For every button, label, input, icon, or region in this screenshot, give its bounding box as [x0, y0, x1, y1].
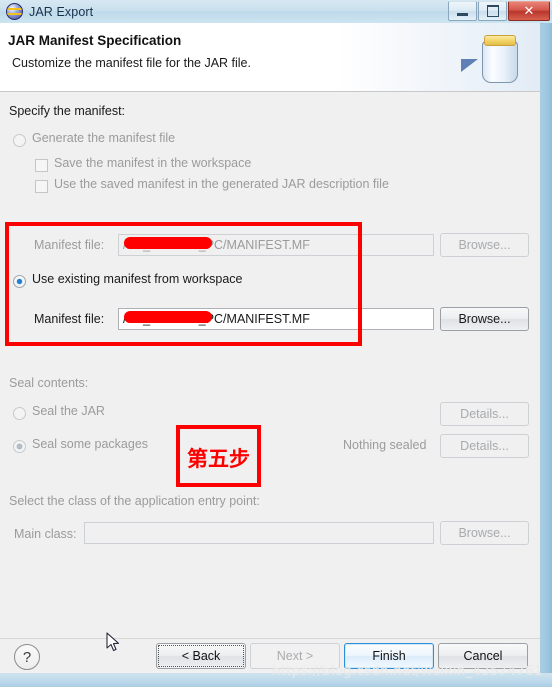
- seal-status-text: Nothing sealed: [343, 438, 427, 452]
- maximize-icon: [486, 5, 499, 17]
- checkbox-save-manifest-workspace-label: Save the manifest in the workspace: [54, 156, 252, 170]
- generate-manifest-file-label: Manifest file:: [34, 238, 105, 252]
- dialog-content: Specify the manifest: Generate the manif…: [0, 93, 540, 638]
- radio-generate-manifest-label: Generate the manifest file: [32, 131, 176, 145]
- title-bar: JAR Export ✕: [0, 0, 552, 24]
- specify-manifest-group-label: Specify the manifest:: [9, 104, 126, 118]
- checkbox-save-manifest-workspace[interactable]: [35, 159, 48, 172]
- maximize-button[interactable]: [478, 1, 507, 21]
- main-class-label: Main class:: [14, 527, 77, 541]
- window-title: JAR Export: [29, 4, 94, 19]
- checkbox-use-saved-manifest-label: Use the saved manifest in the generated …: [54, 177, 389, 191]
- help-button[interactable]: ?: [14, 644, 40, 670]
- seal-jar-details-button[interactable]: Details...: [440, 402, 529, 426]
- title-bar-left: JAR Export: [6, 3, 93, 20]
- generate-manifest-browse-button[interactable]: Browse...: [440, 233, 529, 257]
- redaction-mark-1: [124, 237, 212, 249]
- radio-seal-the-jar-label: Seal the JAR: [32, 404, 105, 418]
- main-class-input[interactable]: [84, 522, 434, 544]
- jar-lid-shape: [484, 35, 516, 46]
- jar-export-dialog-window: JAR Export ✕ JAR Manifest Specification …: [0, 0, 552, 687]
- existing-manifest-browse-button[interactable]: Browse...: [440, 307, 529, 331]
- close-button[interactable]: ✕: [508, 1, 550, 21]
- export-arrow-icon: [461, 59, 478, 72]
- radio-seal-some-packages-label: Seal some packages: [32, 437, 149, 451]
- minimize-button[interactable]: [448, 1, 477, 21]
- seal-contents-group-label: Seal contents:: [9, 376, 89, 390]
- radio-generate-manifest[interactable]: [13, 134, 26, 147]
- checkbox-use-saved-manifest[interactable]: [35, 180, 48, 193]
- radio-use-existing-manifest[interactable]: [13, 275, 26, 288]
- redaction-mark-2: [124, 311, 212, 323]
- dialog-header: JAR Manifest Specification Customize the…: [0, 23, 540, 92]
- seal-packages-details-button[interactable]: Details...: [440, 434, 529, 458]
- back-button[interactable]: < Back: [156, 643, 246, 669]
- main-class-browse-button[interactable]: Browse...: [440, 521, 529, 545]
- radio-seal-the-jar[interactable]: [13, 407, 26, 420]
- jar-body-shape: [482, 41, 518, 83]
- page-subtitle: Customize the manifest file for the JAR …: [12, 56, 251, 70]
- page-title: JAR Manifest Specification: [8, 33, 182, 48]
- minimize-icon: [457, 12, 468, 16]
- mouse-cursor: [106, 632, 120, 652]
- annotation-step-label: 第五步: [187, 447, 250, 471]
- radio-seal-some-packages[interactable]: [13, 440, 26, 453]
- window-controls: ✕: [447, 1, 550, 21]
- eclipse-jar-icon: [6, 3, 23, 20]
- entry-point-group-label: Select the class of the application entr…: [9, 494, 260, 508]
- window-right-edge: [540, 23, 552, 687]
- radio-use-existing-manifest-label: Use existing manifest from workspace: [32, 272, 243, 286]
- existing-manifest-file-label: Manifest file:: [34, 312, 105, 326]
- jar-banner-icon: [458, 27, 530, 89]
- watermark-text: https://blog.csdn.net/weixin_43574761: [272, 663, 543, 679]
- dialog-body: JAR Manifest Specification Customize the…: [0, 23, 540, 673]
